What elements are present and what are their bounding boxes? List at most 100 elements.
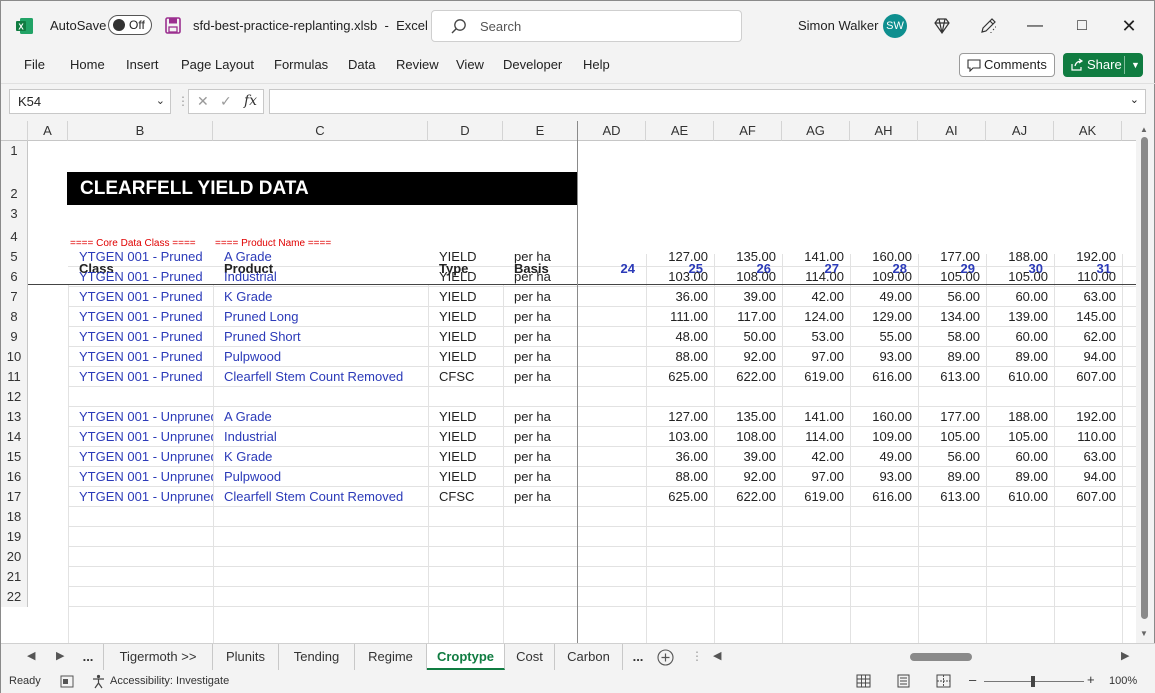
cell-type[interactable]: YIELD (439, 287, 503, 307)
cell-value[interactable]: 613.00 (916, 367, 980, 387)
year-header[interactable]: 24 (575, 261, 635, 276)
cell-type[interactable]: YIELD (439, 427, 503, 447)
cell-value[interactable]: 177.00 (916, 407, 980, 427)
row-header[interactable]: 6 (1, 267, 28, 287)
cell-value[interactable]: 62.00 (1052, 327, 1116, 347)
tab-next-icon[interactable]: ▶ (56, 649, 64, 662)
menu-insert[interactable]: Insert (126, 57, 159, 72)
autosave-toggle[interactable]: Off (108, 15, 152, 35)
cell-value[interactable]: 616.00 (848, 367, 912, 387)
scroll-down-icon[interactable]: ▼ (1140, 629, 1148, 638)
row-header[interactable]: 16 (1, 467, 28, 487)
cell-class[interactable]: YTGEN 001 - Pruned (79, 347, 213, 367)
cell-class[interactable]: YTGEN 001 - Pruned (79, 247, 213, 267)
scroll-up-icon[interactable]: ▲ (1140, 125, 1148, 134)
column-header-c[interactable]: C (213, 121, 428, 141)
cell-value[interactable]: 177.00 (916, 247, 980, 267)
cell-value[interactable]: 622.00 (712, 487, 776, 507)
cell-basis[interactable]: per ha (514, 287, 578, 307)
cell-basis[interactable]: per ha (514, 427, 578, 447)
cell-value[interactable]: 63.00 (1052, 287, 1116, 307)
cell-value[interactable]: 50.00 (712, 327, 776, 347)
cell-value[interactable]: 88.00 (644, 467, 708, 487)
avatar[interactable]: SW (883, 14, 907, 38)
cell-value[interactable]: 160.00 (848, 247, 912, 267)
cell-product[interactable]: Pulpwood (224, 467, 428, 487)
row-header[interactable]: 18 (1, 507, 28, 527)
normal-view-icon[interactable] (856, 674, 871, 688)
cell-value[interactable]: 39.00 (712, 447, 776, 467)
cell-value[interactable]: 42.00 (780, 447, 844, 467)
zoom-in-icon[interactable]: + (1087, 672, 1095, 687)
cell-value[interactable]: 127.00 (644, 247, 708, 267)
column-header-ag[interactable]: AG (782, 121, 850, 141)
row-header[interactable]: 14 (1, 427, 28, 447)
cell-value[interactable]: 109.00 (848, 427, 912, 447)
accessibility-status[interactable]: Accessibility: Investigate (110, 675, 229, 687)
menu-page-layout[interactable]: Page Layout (181, 57, 254, 72)
cell-type[interactable]: YIELD (439, 467, 503, 487)
cell-basis[interactable]: per ha (514, 347, 578, 367)
cell-type[interactable]: YIELD (439, 267, 503, 287)
cell-type[interactable]: CFSC (439, 367, 503, 387)
add-sheet-icon[interactable] (657, 649, 674, 666)
tab-tending[interactable]: Tending (279, 644, 355, 670)
cell-value[interactable]: 89.00 (984, 467, 1048, 487)
column-header-ak[interactable]: AK (1054, 121, 1122, 141)
cell-value[interactable]: 114.00 (780, 427, 844, 447)
cell-value[interactable]: 93.00 (848, 467, 912, 487)
cell-value[interactable]: 53.00 (780, 327, 844, 347)
cell-value[interactable]: 188.00 (984, 407, 1048, 427)
cell-type[interactable]: CFSC (439, 487, 503, 507)
row-header[interactable]: 10 (1, 347, 28, 367)
cell-value[interactable]: 613.00 (916, 487, 980, 507)
cell-value[interactable]: 610.00 (984, 487, 1048, 507)
column-header-ae[interactable]: AE (646, 121, 714, 141)
cell-value[interactable]: 607.00 (1052, 367, 1116, 387)
cell-value[interactable]: 36.00 (644, 447, 708, 467)
scroll-thumb[interactable] (1141, 137, 1148, 619)
row-header[interactable]: 4 (1, 224, 28, 247)
tab-tigermoth[interactable]: Tigermoth >> (103, 644, 213, 670)
row-header[interactable]: 19 (1, 527, 28, 547)
cell-value[interactable]: 56.00 (916, 287, 980, 307)
zoom-out-icon[interactable]: – (969, 672, 976, 687)
row-header[interactable]: 11 (1, 367, 28, 387)
row-header[interactable]: 2 (1, 161, 28, 204)
row-header[interactable]: 21 (1, 567, 28, 587)
row-header[interactable]: 17 (1, 487, 28, 507)
cell-type[interactable]: YIELD (439, 347, 503, 367)
row-header[interactable]: 13 (1, 407, 28, 427)
cell-value[interactable]: 39.00 (712, 287, 776, 307)
tab-plunits[interactable]: Plunits (213, 644, 279, 670)
cell-value[interactable]: 141.00 (780, 407, 844, 427)
chevron-down-icon[interactable]: ⌄ (156, 90, 165, 113)
column-header-ad[interactable]: AD (578, 121, 646, 141)
tab-prev-icon[interactable]: ◀ (27, 649, 35, 662)
row-header[interactable]: 15 (1, 447, 28, 467)
row-header[interactable]: 20 (1, 547, 28, 567)
page-break-view-icon[interactable] (936, 674, 951, 688)
row-header[interactable]: 7 (1, 287, 28, 307)
cell-value[interactable]: 92.00 (712, 347, 776, 367)
cell-product[interactable]: Industrial (224, 427, 428, 447)
menu-file[interactable]: File (24, 57, 45, 72)
cell-value[interactable]: 55.00 (848, 327, 912, 347)
column-header-ai[interactable]: AI (918, 121, 986, 141)
row-header[interactable]: 12 (1, 387, 28, 407)
column-header-b[interactable]: B (68, 121, 213, 141)
cell-value[interactable]: 105.00 (984, 427, 1048, 447)
cell-value[interactable]: 93.00 (848, 347, 912, 367)
cell-class[interactable]: YTGEN 001 - Pruned (79, 287, 213, 307)
cell-value[interactable]: 111.00 (644, 307, 708, 327)
cell-value[interactable]: 124.00 (780, 307, 844, 327)
column-header-d[interactable]: D (428, 121, 503, 141)
cell-class[interactable]: YTGEN 001 - Unpruned (79, 467, 213, 487)
cell-value[interactable]: 49.00 (848, 447, 912, 467)
minimize-button[interactable]: — (1020, 13, 1050, 39)
cell-value[interactable]: 94.00 (1052, 347, 1116, 367)
cell-product[interactable]: Clearfell Stem Count Removed (224, 487, 428, 507)
cell-value[interactable]: 60.00 (984, 447, 1048, 467)
name-box[interactable]: K54 ⌄ (9, 89, 171, 114)
cell-value[interactable]: 625.00 (644, 367, 708, 387)
